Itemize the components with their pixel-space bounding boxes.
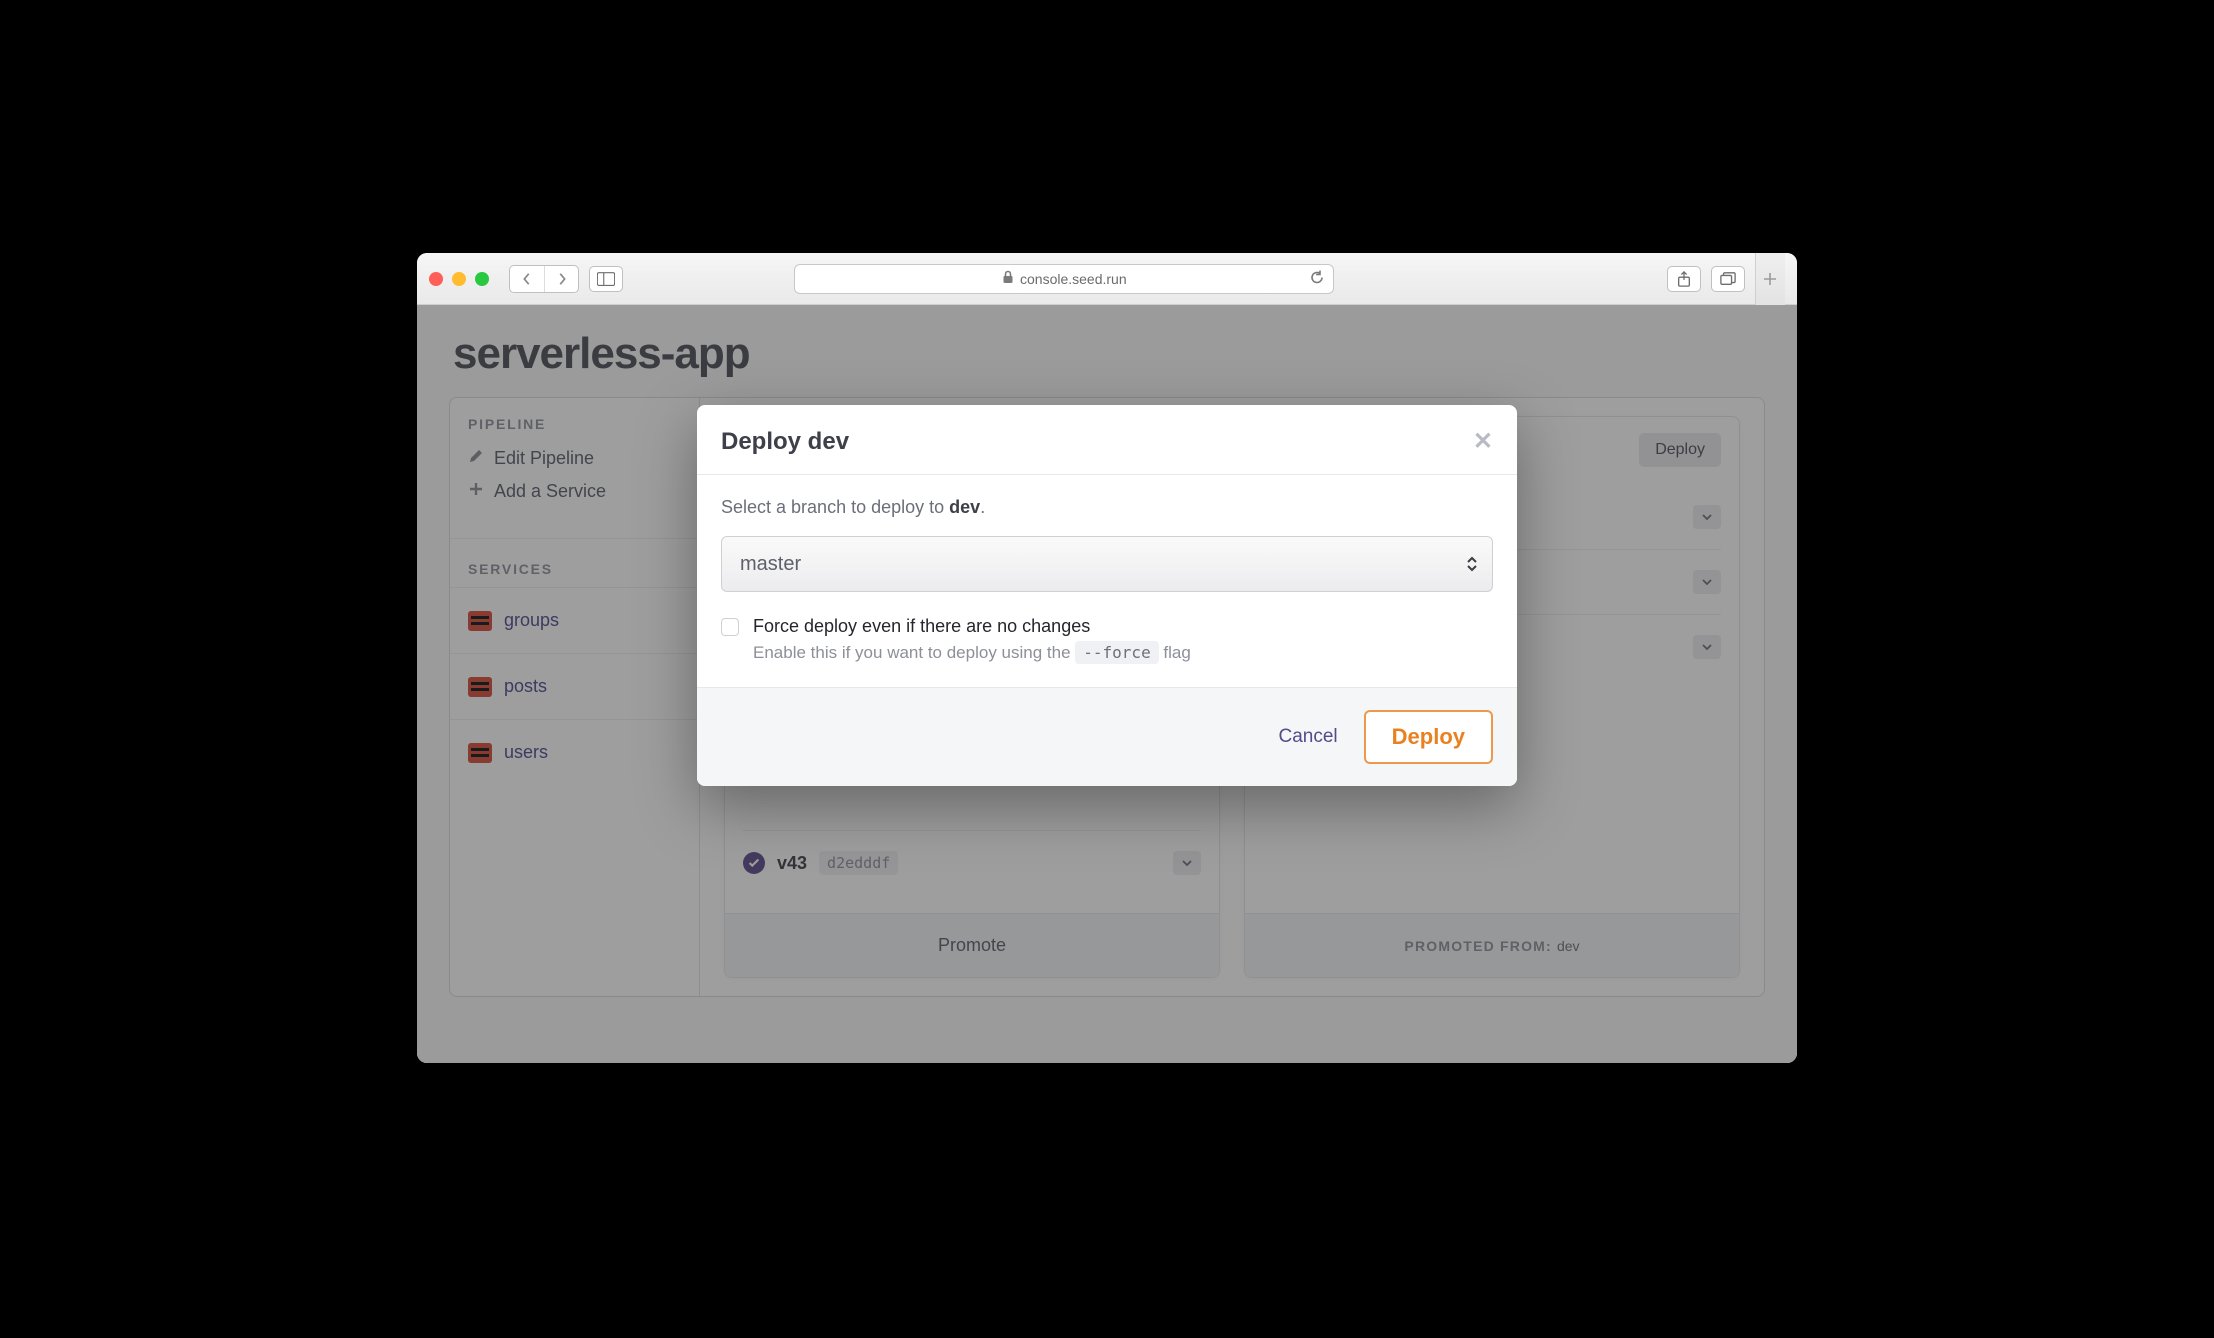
chevron-updown-icon: [1466, 555, 1478, 573]
new-tab-button[interactable]: [1755, 253, 1785, 305]
instruction-prefix: Select a branch to deploy to: [721, 497, 949, 517]
modal-instruction: Select a branch to deploy to dev.: [721, 497, 1493, 518]
address-bar[interactable]: console.seed.run: [794, 264, 1334, 294]
cancel-button[interactable]: Cancel: [1278, 726, 1337, 748]
reload-icon[interactable]: [1309, 269, 1325, 288]
instruction-suffix: .: [980, 497, 985, 517]
force-deploy-checkbox[interactable]: [721, 618, 739, 636]
window-controls: [429, 272, 489, 286]
instruction-env: dev: [949, 497, 980, 517]
force-deploy-label: Force deploy even if there are no change…: [753, 616, 1191, 637]
toolbar-right: [1667, 266, 1745, 292]
page-content: serverless-app PIPELINE Edit Pipeline: [417, 305, 1797, 1063]
branch-select[interactable]: master: [721, 536, 1493, 592]
nav-buttons: [509, 265, 579, 293]
modal-footer: Cancel Deploy: [697, 687, 1517, 786]
close-icon[interactable]: ✕: [1473, 427, 1493, 456]
force-deploy-help: Enable this if you want to deploy using …: [753, 643, 1191, 663]
modal-overlay: Deploy dev ✕ Select a branch to deploy t…: [417, 305, 1797, 1063]
tabs-button[interactable]: [1711, 266, 1745, 292]
force-deploy-option: Force deploy even if there are no change…: [721, 616, 1493, 663]
deploy-confirm-button[interactable]: Deploy: [1364, 710, 1493, 764]
back-button[interactable]: [510, 266, 544, 292]
forward-button[interactable]: [544, 266, 578, 292]
browser-window: console.seed.run serverless-app: [417, 253, 1797, 1063]
force-help-suffix: flag: [1159, 643, 1191, 662]
window-zoom-button[interactable]: [475, 272, 489, 286]
modal-title: Deploy dev: [721, 428, 849, 456]
modal-body: Select a branch to deploy to dev. master: [697, 475, 1517, 687]
browser-titlebar: console.seed.run: [417, 253, 1797, 305]
force-flag-code: --force: [1075, 641, 1158, 664]
url-text: console.seed.run: [1020, 271, 1127, 287]
deploy-modal: Deploy dev ✕ Select a branch to deploy t…: [697, 405, 1517, 786]
window-close-button[interactable]: [429, 272, 443, 286]
share-button[interactable]: [1667, 266, 1701, 292]
force-help-prefix: Enable this if you want to deploy using …: [753, 643, 1075, 662]
modal-header: Deploy dev ✕: [697, 405, 1517, 475]
branch-selected-value: master: [740, 553, 801, 576]
window-minimize-button[interactable]: [452, 272, 466, 286]
lock-icon: [1002, 270, 1014, 287]
sidebar-toggle-button[interactable]: [589, 266, 623, 292]
